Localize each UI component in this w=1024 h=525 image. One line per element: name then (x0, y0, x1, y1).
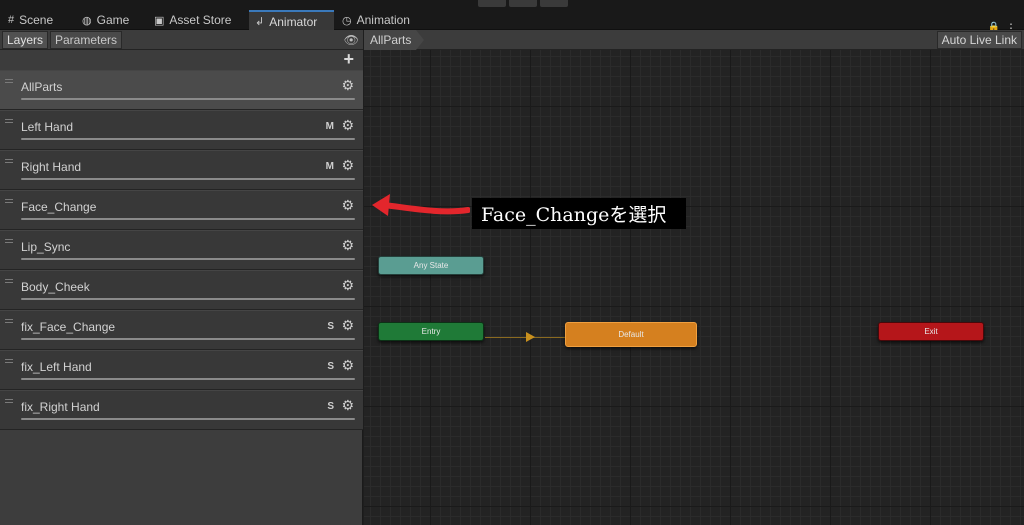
tab-label: Game (96, 13, 130, 27)
layer-name: Body_Cheek (21, 280, 90, 294)
tab-parameters[interactable]: Parameters (50, 31, 123, 49)
drag-handle-icon[interactable] (5, 359, 13, 363)
layer-mask-badge: M (325, 161, 334, 172)
panel-subtabs: Layers Parameters 👁 (0, 30, 363, 50)
graph-toolbar: AllParts Auto Live Link (364, 30, 1024, 50)
transition-line (485, 337, 565, 338)
exit-node[interactable]: Exit (878, 322, 984, 341)
drag-handle-icon[interactable] (5, 279, 13, 283)
gear-icon[interactable]: ⚙ (341, 77, 354, 94)
tab-label: Scene (19, 13, 54, 27)
eye-icon[interactable]: 👁 (344, 33, 359, 47)
layer-item[interactable]: fix_Face_Change S ⚙ (0, 310, 363, 350)
breadcrumb[interactable]: AllParts (364, 30, 424, 50)
play-button[interactable] (478, 0, 506, 7)
layer-name: AllParts (21, 80, 63, 94)
drag-handle-icon[interactable] (5, 159, 13, 163)
weight-slider[interactable] (21, 218, 355, 220)
layer-name: fix_Left Hand (21, 360, 92, 374)
weight-slider[interactable] (21, 258, 355, 260)
layer-list: AllParts ⚙ Left Hand M ⚙ Right Hand M ⚙ … (0, 70, 363, 430)
top-toolbar (0, 0, 1024, 10)
layer-mask-badge: M (325, 121, 334, 132)
annotation-arrow-icon (372, 194, 470, 216)
clock-icon: ◷ (342, 14, 352, 27)
annotation-label: Face_Changeを選択 (472, 198, 686, 229)
drag-handle-icon[interactable] (5, 239, 13, 243)
animator-graph[interactable] (364, 30, 1024, 525)
tab-asset-store[interactable]: ▣ Asset Store (148, 10, 237, 30)
layer-item[interactable]: Lip_Sync ⚙ (0, 230, 363, 270)
gear-icon[interactable]: ⚙ (341, 237, 354, 254)
tab-game[interactable]: ◍ Game (76, 10, 135, 30)
gear-icon[interactable]: ⚙ (341, 317, 354, 334)
layer-item[interactable]: Right Hand M ⚙ (0, 150, 363, 190)
gear-icon[interactable]: ⚙ (341, 397, 354, 414)
editor-tab-bar: # Scene ◍ Game ▣ Asset Store ↲ Animator … (0, 10, 1024, 35)
layer-name: fix_Face_Change (21, 320, 116, 334)
gear-icon[interactable]: ⚙ (341, 197, 354, 214)
layers-panel: Layers Parameters 👁 + AllParts ⚙ Left Ha… (0, 30, 363, 525)
layer-item[interactable]: fix_Right Hand S ⚙ (0, 390, 363, 430)
layer-mask-badge: S (327, 321, 334, 332)
bag-icon: ▣ (154, 14, 165, 27)
auto-live-link-button[interactable]: Auto Live Link (936, 31, 1022, 49)
layer-item[interactable]: fix_Left Hand S ⚙ (0, 350, 363, 390)
weight-slider[interactable] (21, 378, 355, 380)
drag-handle-icon[interactable] (5, 79, 13, 83)
layer-item[interactable]: Body_Cheek ⚙ (0, 270, 363, 310)
weight-slider[interactable] (21, 298, 355, 300)
layer-item[interactable]: Face_Change ⚙ (0, 190, 363, 230)
tab-animation[interactable]: ◷ Animation (336, 10, 416, 30)
drag-handle-icon[interactable] (5, 399, 13, 403)
weight-slider[interactable] (21, 98, 355, 100)
pause-button[interactable] (509, 0, 537, 7)
layer-name: Lip_Sync (21, 240, 71, 254)
layer-mask-badge: S (327, 361, 334, 372)
gear-icon[interactable]: ⚙ (341, 357, 354, 374)
any-state-node[interactable]: Any State (378, 256, 484, 275)
weight-slider[interactable] (21, 138, 355, 140)
tab-animator[interactable]: ↲ Animator (249, 10, 334, 31)
tab-scene[interactable]: # Scene (2, 10, 59, 30)
drag-handle-icon[interactable] (5, 199, 13, 203)
tab-label: Animation (356, 13, 410, 27)
weight-slider[interactable] (21, 418, 355, 420)
gear-icon[interactable]: ⚙ (341, 157, 354, 174)
layer-name: Right Hand (21, 160, 82, 174)
gamepad-icon: ◍ (82, 14, 92, 27)
tab-layers[interactable]: Layers (2, 31, 49, 49)
transition-arrow-icon (526, 332, 535, 342)
add-layer-row: + (0, 49, 363, 70)
gear-icon[interactable]: ⚙ (341, 277, 354, 294)
grid-icon: # (8, 14, 15, 26)
play-controls (478, 0, 568, 7)
tab-label: Asset Store (169, 13, 232, 27)
layer-name: Face_Change (21, 200, 97, 214)
drag-handle-icon[interactable] (5, 319, 13, 323)
weight-slider[interactable] (21, 338, 355, 340)
layer-item[interactable]: Left Hand M ⚙ (0, 110, 363, 150)
layer-name: Left Hand (21, 120, 74, 134)
step-button[interactable] (540, 0, 568, 7)
layer-name: fix_Right Hand (21, 400, 100, 414)
drag-handle-icon[interactable] (5, 119, 13, 123)
weight-slider[interactable] (21, 178, 355, 180)
add-layer-button[interactable]: + (343, 49, 354, 70)
default-state-node[interactable]: Default (565, 322, 697, 347)
layer-mask-badge: S (327, 401, 334, 412)
layer-item[interactable]: AllParts ⚙ (0, 70, 363, 110)
entry-node[interactable]: Entry (378, 322, 484, 341)
tab-label: Animator (269, 14, 318, 29)
gear-icon[interactable]: ⚙ (341, 117, 354, 134)
animator-icon: ↲ (255, 16, 265, 28)
